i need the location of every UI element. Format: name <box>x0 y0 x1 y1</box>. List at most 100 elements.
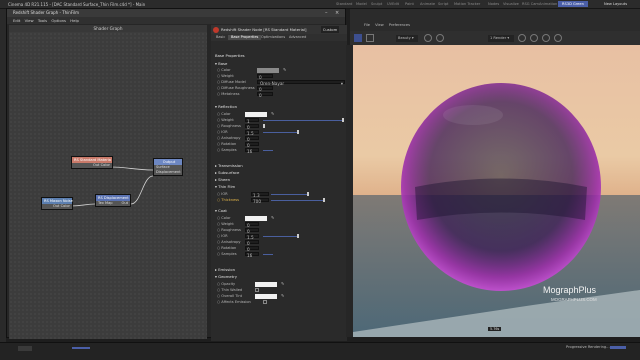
menu-help[interactable]: Help <box>70 18 79 23</box>
zoom-icon[interactable] <box>518 34 526 42</box>
group-reflection[interactable]: ▾ Reflection <box>215 104 237 110</box>
slider-handle[interactable] <box>263 124 265 128</box>
refl-color-swatch[interactable] <box>245 111 267 117</box>
coat-color-swatch[interactable] <box>245 215 267 221</box>
layout-tab-animation[interactable]: Animation <box>539 2 557 6</box>
tab-basic[interactable]: Basic <box>213 35 228 40</box>
node-port-out[interactable]: Out <box>121 201 128 206</box>
node-displacement[interactable]: RS Displacement Tex Map Out <box>95 194 131 207</box>
diffuse-model-select[interactable]: Oren-Nayar ▾ <box>257 79 345 86</box>
group-thin-film[interactable]: ▾ Thin Film <box>215 184 235 190</box>
minimize-icon[interactable]: – <box>325 10 331 16</box>
refl-weight-field[interactable]: 1 <box>245 117 259 124</box>
thin-walled-checkbox[interactable] <box>255 288 259 292</box>
viewport-menu-view[interactable]: View <box>375 23 384 27</box>
refl-samples-slider[interactable] <box>263 150 273 151</box>
snapshot-icon[interactable] <box>436 34 444 42</box>
eyedropper-icon[interactable]: ✎ <box>271 215 274 220</box>
coat-ior-slider[interactable] <box>263 236 297 237</box>
tab-optimizations[interactable]: Optimizations <box>258 35 288 40</box>
opacity-swatch[interactable] <box>255 281 277 287</box>
slider-handle[interactable] <box>307 192 309 196</box>
slider-handle[interactable] <box>323 198 325 202</box>
node-standard-material[interactable]: RS Standard Materia Out Color <box>71 156 113 169</box>
lock-icon[interactable] <box>424 34 432 42</box>
node-graph-canvas[interactable]: RS Standard Materia Out Color Output Sur… <box>9 32 207 339</box>
layout-tab-motion-tracker[interactable]: Motion Tracker <box>454 2 480 6</box>
histogram-icon[interactable] <box>542 34 550 42</box>
coat-ior-field[interactable]: 1.5 <box>245 233 259 240</box>
group-coat[interactable]: ▾ Coat <box>215 208 227 214</box>
tab-base-properties[interactable]: Base Properties <box>228 35 262 40</box>
render-mode-select[interactable]: Beauty ▾ <box>396 34 418 42</box>
eyedropper-icon[interactable]: ✎ <box>281 281 284 286</box>
node-port-out-color[interactable]: Out Color <box>72 163 112 168</box>
viewport-menu-file[interactable]: File <box>364 23 370 27</box>
coat-anisotropy-field[interactable]: 0 <box>245 239 259 246</box>
refl-rotation-field[interactable]: 0 <box>245 141 259 148</box>
new-layouts-menu[interactable]: New Layouts <box>604 2 627 6</box>
settings-icon[interactable] <box>530 34 538 42</box>
coat-roughness-field[interactable]: 0 <box>245 227 259 234</box>
refl-weight-slider[interactable] <box>263 120 343 121</box>
camera-select[interactable]: 1 Render ▾ <box>488 34 514 42</box>
group-subsurface[interactable]: ▸ Subsurface <box>215 170 239 176</box>
layout-tab-nodes[interactable]: Nodes <box>488 2 499 6</box>
coat-samples-slider[interactable] <box>263 254 273 255</box>
group-transmission[interactable]: ▸ Transmission <box>215 163 243 169</box>
group-sheen[interactable]: ▸ Sheen <box>215 177 230 183</box>
render-region-icon[interactable] <box>366 34 374 42</box>
refl-ior-slider[interactable] <box>263 132 297 133</box>
affects-emission-checkbox[interactable] <box>263 300 267 304</box>
coat-samples-field[interactable]: 16 <box>245 251 259 258</box>
close-icon[interactable]: × <box>335 10 341 16</box>
layout-tab-paint[interactable]: Paint <box>405 2 414 6</box>
menu-tools[interactable]: Tools <box>38 18 47 23</box>
custom-dropdown[interactable]: Custom <box>321 26 339 33</box>
layout-tab-animate[interactable]: Animate <box>420 2 435 6</box>
refl-ior-field[interactable]: 1.5 <box>245 129 259 136</box>
layout-tab-standard[interactable]: Standard <box>336 2 352 6</box>
viewport-menu-preferences[interactable]: Preferences <box>389 23 410 27</box>
menu-edit[interactable]: Edit <box>13 18 20 23</box>
layout-tab-visualize[interactable]: Visualize <box>503 2 519 6</box>
node-output[interactable]: Output Surface Displacement <box>153 158 183 176</box>
node-port-displacement[interactable]: Displacement <box>154 170 182 175</box>
coat-rotation-field[interactable]: 0 <box>245 245 259 252</box>
render-play-icon[interactable] <box>354 34 362 42</box>
thin-film-thickness-field[interactable]: 700 <box>251 197 269 204</box>
thin-film-thickness-slider[interactable] <box>271 200 323 201</box>
base-weight-field[interactable]: 0 <box>257 73 273 80</box>
thin-film-ior-field[interactable]: 1.3 <box>251 191 269 198</box>
slider-handle[interactable] <box>342 118 344 122</box>
group-emission[interactable]: ▸ Emission <box>215 267 235 273</box>
coat-weight-field[interactable]: 0 <box>245 221 259 228</box>
layout-tab-script[interactable]: Script <box>438 2 448 6</box>
layout-tab-model[interactable]: Model <box>356 2 367 6</box>
refl-samples-field[interactable]: 16 <box>245 147 259 154</box>
node-maxon-noise[interactable]: RS Maxon Noise Out Color <box>41 197 73 210</box>
eyedropper-icon[interactable]: ✎ <box>281 293 284 298</box>
overall-tint-swatch[interactable] <box>255 293 277 299</box>
slider-handle[interactable] <box>297 234 299 238</box>
slider-handle[interactable] <box>297 130 299 134</box>
layout-tab-rs3d-green[interactable]: RS3D Green <box>558 1 588 7</box>
node-port-tex-map[interactable]: Tex Map <box>98 201 113 205</box>
color-icon[interactable] <box>554 34 562 42</box>
render-viewport[interactable]: MographPlus MOGRAPHPLUS.COM 5.76s <box>353 45 640 337</box>
eyedropper-icon[interactable]: ✎ <box>283 67 286 72</box>
diffuse-roughness-field[interactable]: 0 <box>257 85 273 92</box>
base-color-swatch[interactable] <box>257 67 279 73</box>
node-port-out-color[interactable]: Out Color <box>42 204 72 209</box>
eyedropper-icon[interactable]: ✎ <box>271 111 274 116</box>
refl-anisotropy-field[interactable]: 0 <box>245 135 259 142</box>
thin-film-ior-slider[interactable] <box>271 194 307 195</box>
menu-view[interactable]: View <box>25 18 34 23</box>
group-geometry[interactable]: ▾ Geometry <box>215 274 237 280</box>
metalness-field[interactable]: 0 <box>257 91 273 98</box>
layout-tab-rsg-cam[interactable]: RSG Cam <box>522 2 539 6</box>
tab-advanced[interactable]: Advanced <box>286 35 309 40</box>
layout-tab-sculpt[interactable]: Sculpt <box>371 2 382 6</box>
layout-tab-uvedit[interactable]: UVEdit <box>387 2 399 6</box>
menu-options[interactable]: Options <box>51 18 66 23</box>
